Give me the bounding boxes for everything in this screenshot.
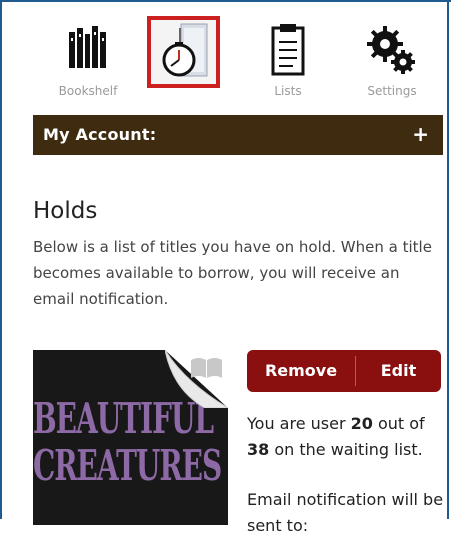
queue-total: 38 (247, 440, 270, 459)
waiting-list-status: You are user 20 out of 38 on the waiting… (247, 411, 447, 463)
nav-bookshelf-label: Bookshelf (58, 84, 118, 98)
waiting-mid: out of (372, 414, 425, 433)
hold-actions: Remove Edit (247, 350, 441, 392)
gears-icon (367, 26, 415, 74)
cover-title-line2: CREATURES (33, 441, 222, 491)
edit-button[interactable]: Edit (356, 350, 441, 392)
page-title: Holds (33, 198, 98, 224)
email-notification-text: Email notification will be sent to: (247, 490, 444, 535)
holds-description: Below is a list of titles you have on ho… (33, 238, 432, 308)
waiting-prefix: You are user (247, 414, 351, 433)
expand-plus-icon[interactable]: + (412, 122, 429, 146)
nav-settings[interactable]: Settings (347, 20, 437, 108)
nav-lists[interactable]: Lists (243, 20, 333, 108)
nav-lists-label: Lists (274, 84, 302, 98)
nav-bookshelf[interactable]: Bookshelf (43, 20, 133, 108)
nav-settings-label: Settings (367, 84, 417, 98)
remove-button[interactable]: Remove (247, 350, 355, 392)
my-account-title: My Account: (43, 125, 157, 144)
clipboard-icon (271, 24, 305, 76)
bookshelf-icon (69, 26, 106, 68)
queue-position: 20 (350, 414, 373, 433)
nav-holds[interactable] (147, 16, 220, 88)
my-account-bar[interactable]: My Account: + (33, 115, 443, 155)
waiting-suffix: on the waiting list. (269, 440, 423, 459)
page-curl-book-icon (165, 350, 228, 408)
clock-book-icon (162, 23, 208, 77)
